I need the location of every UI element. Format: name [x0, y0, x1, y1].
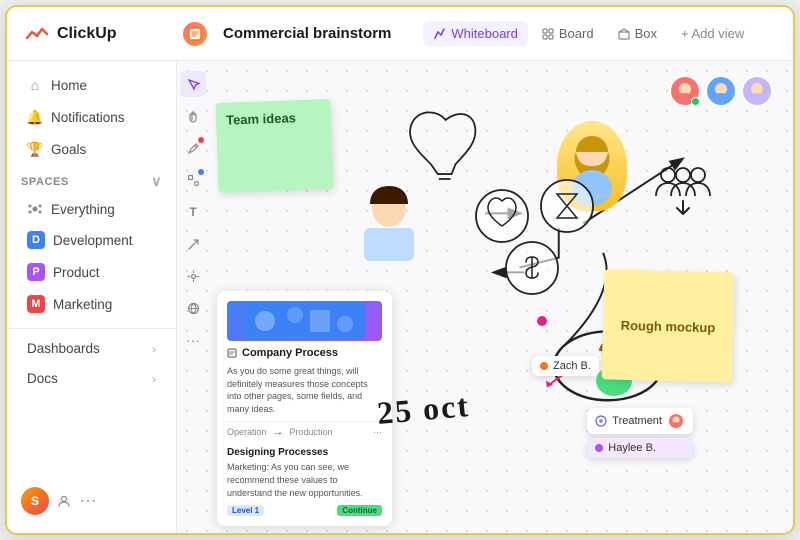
badge-haylee: Haylee B.	[587, 438, 693, 458]
tool-hand[interactable]	[180, 103, 206, 129]
avatar-group	[669, 75, 773, 107]
process-card[interactable]: Company Process As you do some great thi…	[217, 291, 392, 526]
user-settings-icon	[57, 494, 71, 508]
card-body: As you do some great things, will defini…	[227, 365, 382, 415]
card-banner	[227, 301, 382, 341]
header-main: Commercial brainstorm Whiteboard Board B…	[183, 21, 777, 46]
add-view-button[interactable]: + Add view	[671, 21, 754, 46]
tool-select[interactable]	[180, 71, 206, 97]
view-tabs: Whiteboard Board Box + Add view	[423, 21, 754, 46]
date-annotation: 25 oct	[376, 387, 472, 432]
space-development[interactable]: D Development	[13, 225, 170, 255]
space-product[interactable]: P Product	[13, 257, 170, 287]
pen-indicator	[198, 137, 204, 143]
whiteboard-canvas[interactable]: T ···	[177, 61, 793, 533]
tool-global[interactable]	[180, 295, 206, 321]
tab-board[interactable]: Board	[532, 21, 604, 46]
tool-shapes[interactable]	[180, 167, 206, 193]
card-subtitle: Designing Processes	[227, 447, 382, 458]
sidebar-item-notifications[interactable]: 🔔 Notifications	[13, 102, 170, 132]
tool-more[interactable]: ···	[180, 327, 206, 353]
space-everything[interactable]: Everything	[13, 195, 170, 223]
logo-text: ClickUp	[57, 25, 117, 43]
tool-connector[interactable]	[180, 231, 206, 257]
card-footer: Level 1 Continue	[227, 505, 382, 516]
page-icon	[183, 22, 207, 46]
product-dot: P	[27, 263, 45, 281]
logo-area: ClickUp	[23, 20, 183, 48]
clickup-logo-icon	[23, 20, 51, 48]
badge-group-right: Treatment Haylee B.	[587, 408, 693, 458]
goals-icon: 🏆	[27, 141, 43, 157]
canvas-toolbar: T ···	[177, 61, 209, 533]
sidebar: ⌂ Home 🔔 Notifications 🏆 Goals Spaces ∨ …	[7, 61, 177, 533]
sidebar-item-home[interactable]: ⌂ Home	[13, 70, 170, 100]
card-row: Operation → Production ⋯	[227, 421, 382, 442]
badge-zach: Zach B.	[532, 356, 599, 376]
avatar-1	[669, 75, 701, 107]
body: ⌂ Home 🔔 Notifications 🏆 Goals Spaces ∨ …	[7, 61, 793, 533]
spaces-label: Spaces ∨	[7, 165, 176, 194]
status-badge: Continue	[337, 505, 382, 516]
page-title: Commercial brainstorm	[223, 25, 391, 42]
sidebar-item-dashboards[interactable]: Dashboards ›	[13, 334, 170, 363]
people-icons	[653, 161, 713, 216]
development-dot: D	[27, 231, 45, 249]
notifications-icon: 🔔	[27, 109, 43, 125]
sidebar-item-goals[interactable]: 🏆 Goals	[13, 134, 170, 164]
header: ClickUp Commercial brainstorm Whiteboard…	[7, 7, 793, 61]
badge-treatment: Treatment	[587, 408, 693, 434]
shapes-indicator	[198, 169, 204, 175]
sticky-note-green: Team ideas	[215, 99, 333, 193]
tab-box[interactable]: Box	[608, 21, 667, 46]
tool-text[interactable]: T	[180, 199, 206, 225]
user-avatar: S	[21, 487, 49, 515]
user-footer[interactable]: S ⋯	[7, 477, 176, 525]
space-marketing[interactable]: M Marketing	[13, 289, 170, 319]
tool-effects[interactable]	[180, 263, 206, 289]
annotation-dot-pink	[537, 316, 547, 326]
sidebar-item-docs[interactable]: Docs ›	[13, 364, 170, 393]
person-with-bulb	[352, 176, 427, 266]
marketing-dot: M	[27, 295, 45, 313]
card-subtext: Marketing: As you can see, we recommend …	[227, 461, 382, 499]
sticky-note-yellow: Rough mockup	[602, 269, 735, 382]
home-icon: ⌂	[27, 77, 43, 93]
tool-pen[interactable]	[180, 135, 206, 161]
online-indicator	[691, 97, 700, 106]
avatar-2	[705, 75, 737, 107]
app-container: ClickUp Commercial brainstorm Whiteboard…	[5, 5, 795, 535]
card-title: Company Process	[227, 347, 382, 359]
avatar-3	[741, 75, 773, 107]
tab-whiteboard[interactable]: Whiteboard	[423, 21, 527, 46]
